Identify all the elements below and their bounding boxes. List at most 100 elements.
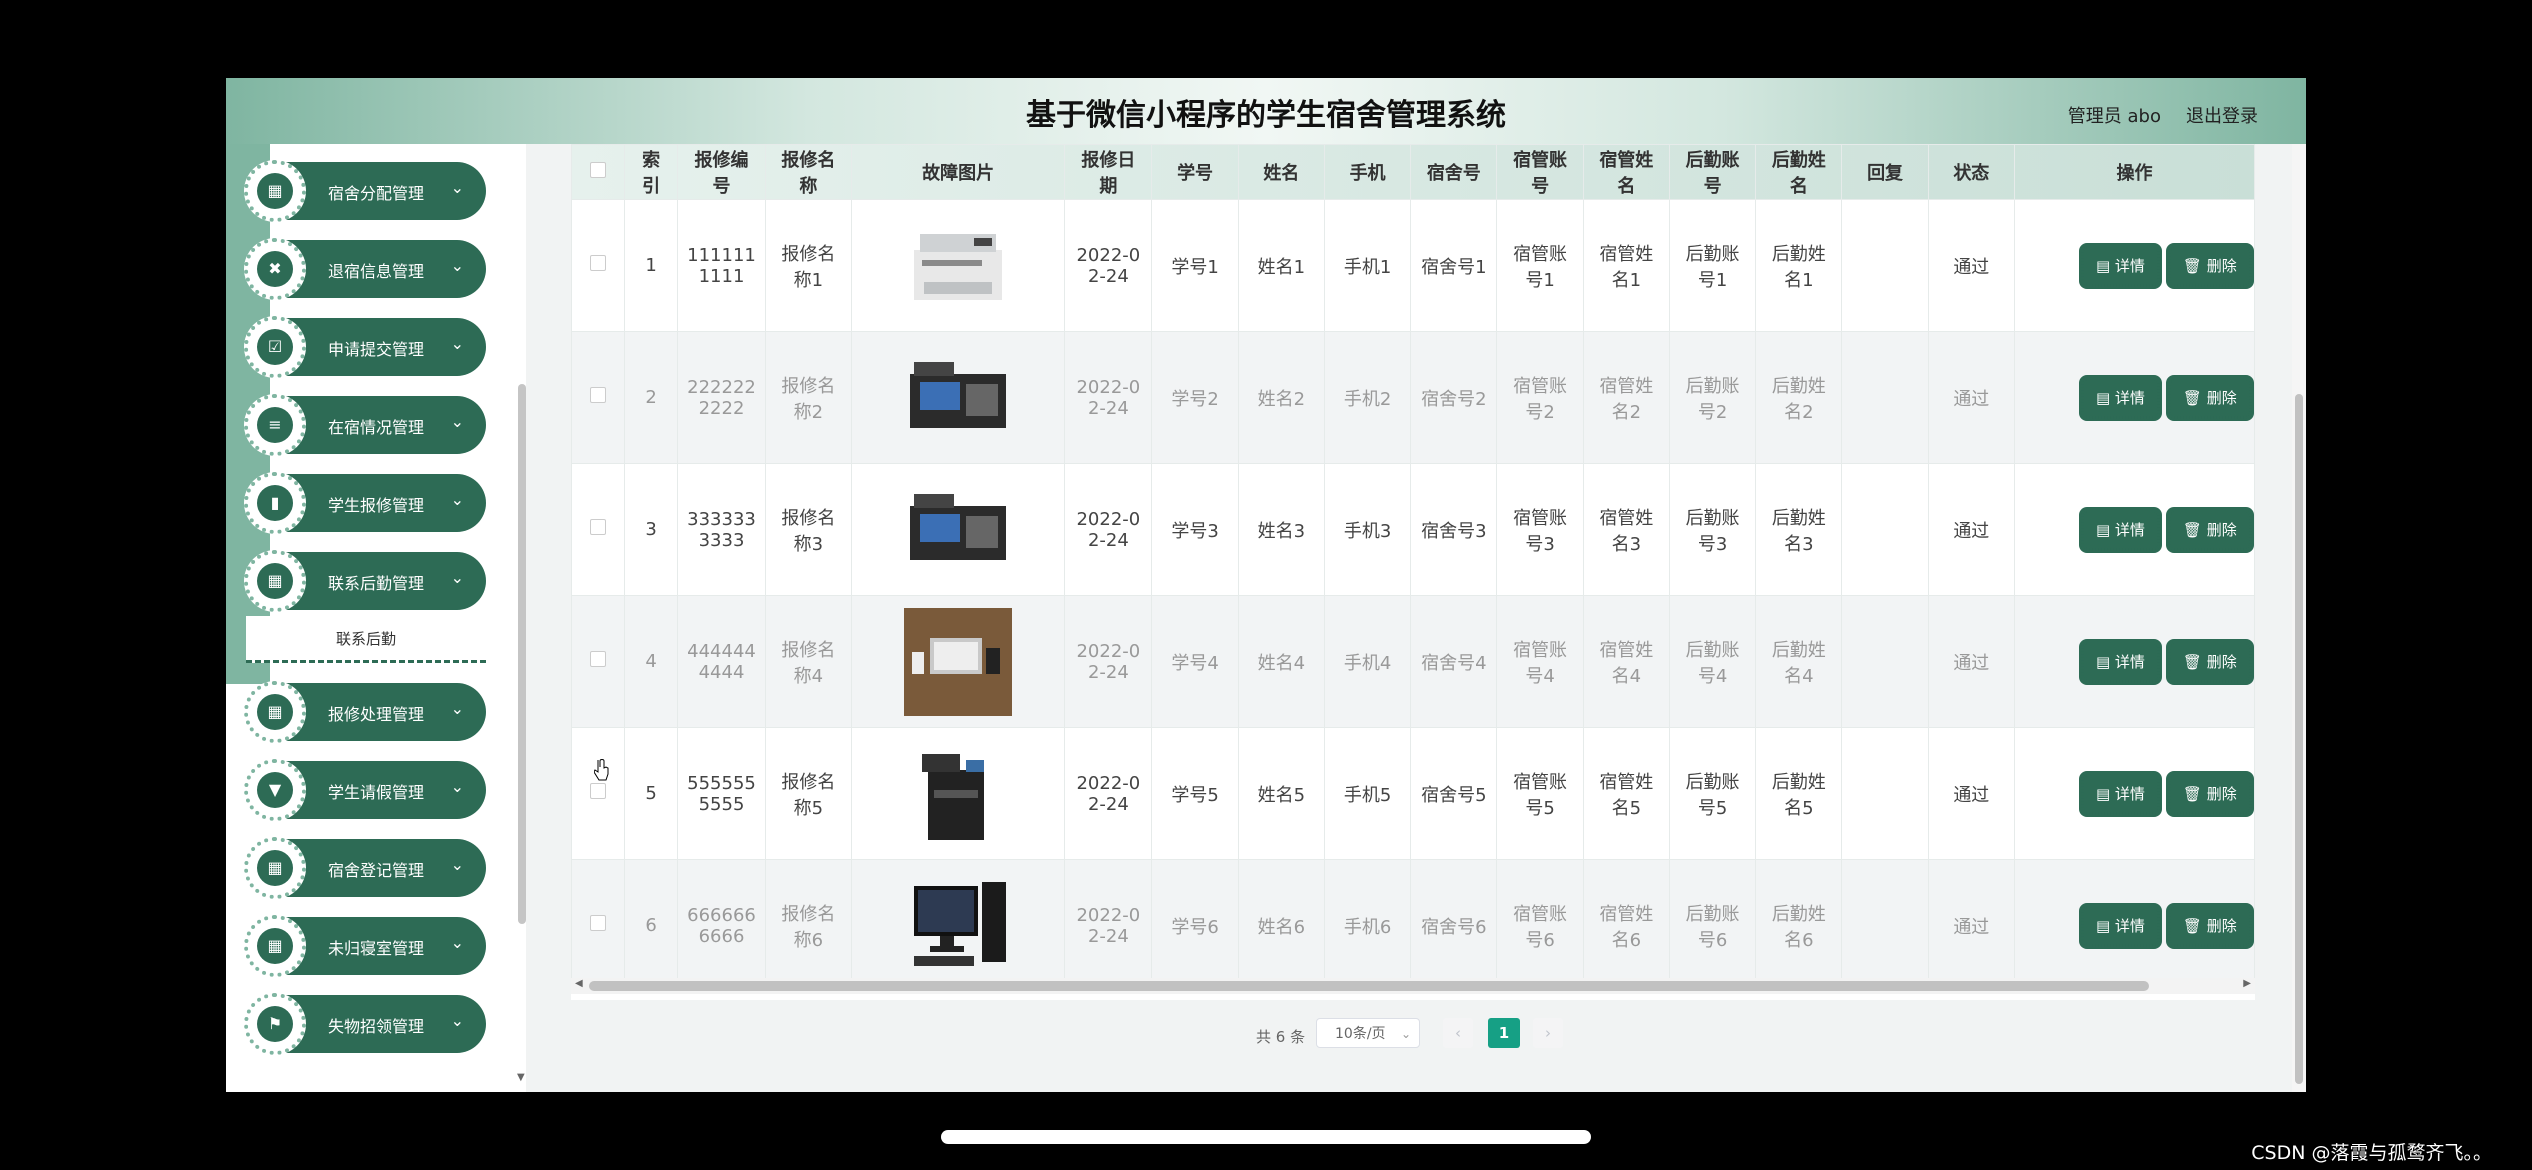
detail-button[interactable]: ▤ 详情 [2080, 376, 2160, 419]
main-content: 索引报修编号报修名称故障图片 报修日期学号 姓名 手机 宿舍号 宿管账号宿管姓名后勤账号后… [571, 144, 2261, 1092]
sidebar-item[interactable]: ☑ 申请提交管理 ⌄ [244, 316, 486, 378]
column-header: 报修日期 [1064, 144, 1153, 200]
column-header: 姓名 [1237, 144, 1325, 200]
fault-image-cell [851, 727, 1066, 860]
delete-button-label: 删除 [2206, 916, 2237, 935]
page-number-button[interactable]: 1 [1488, 1018, 1520, 1048]
sidebar-item[interactable]: ≡ 在宿情况管理 ⌄ [244, 394, 486, 456]
fault-image [904, 872, 1012, 980]
cell-reply [1841, 199, 1929, 332]
row-select-cell[interactable] [571, 727, 626, 860]
column-header: 宿管姓名 [1582, 144, 1670, 200]
chevron-down-icon: ⌄ [450, 256, 464, 275]
sidebar-item[interactable]: ✖ 退宿信息管理 ⌄ [244, 238, 486, 300]
cell-code: 333333 3333 [677, 463, 766, 596]
horizontal-scroll-thumb[interactable] [589, 981, 2149, 991]
column-header: 故障图片 [851, 144, 1066, 200]
next-page-button[interactable]: › [1533, 1018, 1563, 1048]
detail-button[interactable]: ▤ 详情 [2080, 640, 2160, 683]
delete-button[interactable]: 🗑 删除 [2167, 376, 2252, 419]
delete-button[interactable]: 🗑 删除 [2167, 640, 2252, 683]
scroll-left-arrow-icon[interactable]: ◀ [575, 978, 583, 989]
actions-cell: ▤ 详情 🗑 删除 [2013, 859, 2255, 992]
row-select-cell[interactable] [571, 595, 626, 728]
sidebar-item[interactable]: ⚑ 失物招领管理 ⌄ [244, 993, 486, 1055]
scroll-right-arrow-icon[interactable]: ▶ [2243, 978, 2251, 989]
row-checkbox[interactable] [590, 915, 607, 931]
sidebar-item[interactable]: ▦ 宿舍登记管理 ⌄ [244, 837, 486, 899]
sidebar-item[interactable]: ▦ 未归寝室管理 ⌄ [244, 915, 486, 977]
delete-button[interactable]: 🗑 删除 [2167, 904, 2252, 947]
cell-phone: 手机4 [1323, 595, 1412, 728]
cell-log_name: 后勤姓 名3 [1755, 463, 1843, 596]
cell-date: 2022-0 2-24 [1064, 463, 1153, 596]
row-checkbox[interactable] [590, 519, 607, 535]
cell-sno: 学号4 [1151, 595, 1239, 728]
pagination: 共 6 条 10条/页 ⌄ ‹ 1 › [571, 1016, 2261, 1056]
sidebar-item[interactable]: ▼ 学生请假管理 ⌄ [244, 759, 486, 821]
cell-status: 通过 [1927, 199, 2015, 332]
sidebar-scrollbar[interactable] [518, 384, 526, 924]
row-checkbox[interactable] [590, 255, 607, 271]
cross-icon: ✖ [257, 251, 293, 287]
detail-button-label: 详情 [2114, 784, 2145, 803]
submenu-item[interactable]: 联系后勤 [246, 616, 486, 663]
row-select-cell[interactable] [571, 859, 626, 992]
data-table-container: 索引报修编号报修名称故障图片 报修日期学号 姓名 手机 宿舍号 宿管账号宿管姓名后勤账号后… [571, 144, 2255, 1000]
cell-reply [1841, 331, 1929, 464]
select-all-checkbox[interactable] [590, 161, 607, 178]
detail-button-label: 详情 [2114, 916, 2145, 935]
detail-button[interactable]: ▤ 详情 [2080, 772, 2160, 815]
scroll-down-arrow-icon[interactable]: ▼ [517, 1072, 525, 1083]
sidebar-item[interactable]: ▮ 学生报修管理 ⌄ [244, 472, 486, 534]
trash-icon: 🗑 [2182, 256, 2207, 275]
logout-link[interactable]: 退出登录 [2186, 102, 2258, 128]
document-icon: ▤ [2095, 652, 2115, 671]
vertical-scrollbar[interactable] [2292, 144, 2306, 1092]
sidebar-item[interactable]: ▦ 宿舍分配管理 ⌄ [244, 160, 486, 222]
cell-dorm: 宿舍号4 [1410, 595, 1498, 728]
sidebar-item[interactable]: ▦ 报修处理管理 ⌄ [244, 681, 486, 743]
detail-button-label: 详情 [2114, 652, 2145, 671]
cell-mgr_name: 宿管姓 名6 [1582, 859, 1670, 992]
detail-button[interactable]: ▤ 详情 [2080, 904, 2160, 947]
row-select-cell[interactable] [571, 331, 626, 464]
cell-mgr_name: 宿管姓 名2 [1582, 331, 1670, 464]
delete-button[interactable]: 🗑 删除 [2167, 244, 2252, 287]
delete-button[interactable]: 🗑 删除 [2167, 508, 2252, 551]
select-all-header[interactable] [571, 144, 626, 200]
page-size-select[interactable]: 10条/页 ⌄ [1316, 1018, 1420, 1048]
gear-frame-icon: ▦ [244, 837, 306, 899]
cell-sname: 姓名3 [1237, 463, 1325, 596]
detail-button[interactable]: ▤ 详情 [2080, 244, 2160, 287]
detail-button-label: 详情 [2114, 520, 2145, 539]
funnel-icon: ▼ [257, 772, 293, 808]
row-checkbox[interactable] [590, 387, 607, 403]
row-select-cell[interactable] [571, 199, 626, 332]
row-checkbox[interactable] [590, 783, 607, 799]
prev-page-button[interactable]: ‹ [1443, 1018, 1473, 1048]
chevron-down-icon: ⌄ [450, 334, 464, 353]
fault-image [904, 344, 1012, 452]
sidebar-item-label: 未归寝室管理 [328, 939, 425, 958]
column-header: 报修名称 [764, 144, 853, 200]
sidebar: ▦ 宿舍分配管理 ⌄ ✖ 退宿信息管理 ⌄ ☑ 申请提交管理 ⌄ ≡ 在宿情况管理 ⌄ ▮ 学生报修管理 ⌄… [226, 144, 526, 1092]
vertical-scroll-thumb[interactable] [2295, 394, 2303, 1084]
document-icon: ▤ [2095, 256, 2115, 275]
fault-image [904, 607, 1013, 716]
detail-button[interactable]: ▤ 详情 [2080, 508, 2160, 551]
fault-image-cell [851, 199, 1066, 332]
sidebar-item[interactable]: ▦ 联系后勤管理 ⌄ [244, 550, 486, 612]
cell-index: 4 [624, 595, 679, 728]
delete-button[interactable]: 🗑 删除 [2167, 772, 2252, 815]
cell-sname: 姓名6 [1237, 859, 1325, 992]
cell-code: 222222 2222 [677, 331, 766, 464]
bar-chart-icon: ▮ [257, 485, 293, 521]
sidebar-item-label: 申请提交管理 [328, 340, 425, 359]
cell-reply [1841, 859, 1929, 992]
document-icon: ▤ [2095, 916, 2115, 935]
cell-sname: 姓名4 [1237, 595, 1325, 728]
row-select-cell[interactable] [571, 463, 626, 596]
horizontal-scrollbar[interactable]: ◀ ▶ [571, 978, 2255, 994]
row-checkbox[interactable] [590, 651, 607, 667]
